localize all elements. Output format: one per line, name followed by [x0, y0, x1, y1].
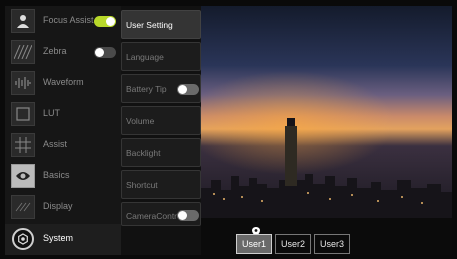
submenu-item-camera-control[interactable]: CameraControl [121, 202, 201, 226]
menu-item-label: System [43, 233, 74, 243]
battery-tip-toggle[interactable] [177, 84, 199, 95]
system-submenu: User Setting Language Battery Tip Volume… [121, 6, 201, 226]
menu-item-label: Focus Assist [43, 15, 94, 25]
menu-item-basics[interactable]: Basics [5, 161, 121, 192]
menu-item-label: LUT [43, 108, 61, 118]
camera-monitor-screen: Focus Assist Zebra Waveform LUT Assist B… [5, 6, 452, 255]
user3-button[interactable]: User3 [314, 234, 350, 254]
zebra-icon [11, 40, 35, 64]
person-icon [11, 9, 35, 33]
waveform-icon [11, 71, 35, 95]
lut-icon [11, 102, 35, 126]
menu-item-zebra[interactable]: Zebra [5, 37, 121, 68]
menu-item-assist[interactable]: Assist [5, 130, 121, 161]
menu-item-label: Display [43, 201, 73, 211]
eye-icon [11, 164, 35, 188]
submenu-item-label: Volume [126, 116, 155, 126]
camera-control-toggle[interactable] [177, 210, 199, 221]
location-pin-icon [251, 224, 261, 237]
submenu-item-label: Shortcut [126, 180, 158, 190]
submenu-item-label: Battery Tip [126, 84, 167, 94]
menu-item-system[interactable]: System [5, 224, 121, 255]
display-icon [11, 195, 35, 219]
submenu-item-shortcut[interactable]: Shortcut [121, 170, 201, 199]
submenu-item-label: User Setting [126, 20, 173, 30]
submenu-item-language[interactable]: Language [121, 42, 201, 71]
submenu-item-label: Backlight [126, 148, 161, 158]
menu-item-label: Waveform [43, 77, 84, 87]
submenu-item-label: Language [126, 52, 164, 62]
menu-item-waveform[interactable]: Waveform [5, 68, 121, 99]
menu-item-label: Assist [43, 139, 68, 149]
city-skyline-photo [201, 6, 452, 218]
system-icon [12, 228, 34, 250]
user2-button[interactable]: User2 [275, 234, 311, 254]
submenu-item-user-setting[interactable]: User Setting [121, 10, 201, 39]
left-menu: Focus Assist Zebra Waveform LUT Assist B… [5, 6, 121, 255]
menu-item-label: Zebra [43, 46, 67, 56]
zebra-toggle[interactable] [94, 47, 116, 58]
submenu-item-volume[interactable]: Volume [121, 106, 201, 135]
submenu-item-label: CameraControl [126, 211, 178, 221]
submenu-item-battery-tip[interactable]: Battery Tip [121, 74, 201, 103]
submenu-item-backlight[interactable]: Backlight [121, 138, 201, 167]
menu-item-focus-assist[interactable]: Focus Assist [5, 6, 121, 37]
skyline-silhouette [201, 118, 452, 218]
user1-button[interactable]: User1 [236, 234, 272, 254]
focus-assist-toggle[interactable] [94, 16, 116, 27]
menu-item-label: Basics [43, 170, 70, 180]
grid-icon [11, 133, 35, 157]
menu-item-lut[interactable]: LUT [5, 99, 121, 130]
menu-item-display[interactable]: Display [5, 192, 121, 223]
